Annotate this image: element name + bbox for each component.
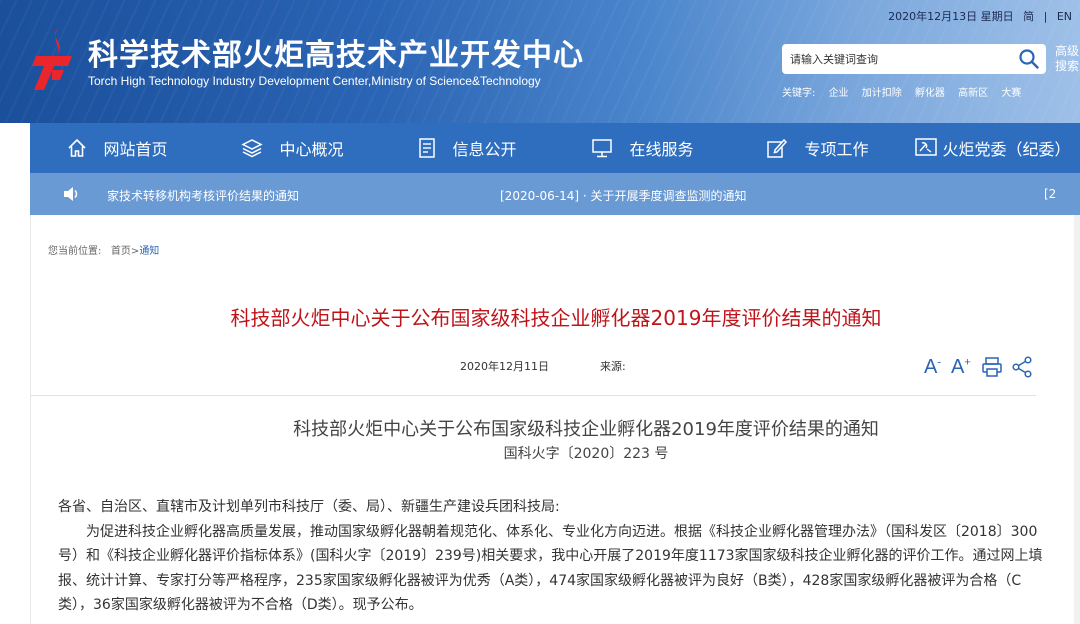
current-date: 2020年12月13日 星期日 (888, 10, 1014, 23)
article-content: 您当前位置: 首页>通知 科技部火炬中心关于公布国家级科技企业孵化器2019年度… (30, 215, 1080, 624)
ticker-item[interactable]: [2020-06-14] · 关于开展季度调查监测的通知 (500, 187, 747, 204)
nav-item-info[interactable]: 信息公开 (380, 123, 555, 173)
top-bar: 2020年12月13日 星期日 简 | EN (882, 8, 1072, 24)
nav-item-party[interactable]: 火炬党委（纪委） (905, 123, 1080, 173)
keyword-link[interactable]: 孵化器 (915, 88, 945, 99)
article-source-label: 来源: (600, 360, 626, 373)
nav-item-label: 信息公开 (452, 140, 517, 159)
hot-keywords: 关键字: 企业 加计扣除 孵化器 高新区 大赛 (782, 84, 1031, 99)
party-icon (915, 138, 938, 156)
document-number: 国科火字〔2020〕223 号 (503, 446, 669, 462)
document-icon (419, 138, 436, 158)
keywords-label: 关键字: (782, 88, 816, 99)
nav-item-label: 在线服务 (629, 140, 694, 159)
breadcrumb-home-link[interactable]: 首页 (111, 246, 131, 257)
salutation-paragraph: 各省、自治区、直辖市及计划单列市科技厅（委、局）、新疆生产建设兵团科技局: (58, 499, 560, 515)
document-title: 科技部火炬中心关于公布国家级科技企业孵化器2019年度评价结果的通知 (293, 419, 879, 440)
keyword-link[interactable]: 高新区 (958, 88, 988, 99)
article-tools: A- A+ (924, 353, 1041, 381)
page-title: 科技部火炬中心关于公布国家级科技企业孵化器2019年度评价结果的通知 (230, 306, 882, 330)
monitor-icon (592, 139, 613, 158)
edit-icon (767, 138, 788, 158)
breadcrumb-current-link[interactable]: 通知 (139, 246, 159, 257)
advanced-search-link[interactable]: 高级搜索 (1055, 44, 1080, 74)
lang-english-link[interactable]: EN (1057, 10, 1072, 23)
font-large-button[interactable]: A+ (951, 356, 971, 379)
lang-separator: | (1043, 10, 1048, 23)
lang-simplified-link[interactable]: 简 (1023, 10, 1034, 23)
article-body: 各省、自治区、直辖市及计划单列市科技厅（委、局）、新疆生产建设兵团科技局: 为促… (58, 495, 1048, 618)
site-title: 科学技术部火炬高技术产业开发中心 (88, 38, 584, 73)
layers-icon (241, 139, 264, 158)
font-large-label: A (951, 355, 965, 378)
page-scrollbar[interactable] (1074, 215, 1080, 624)
section-divider (31, 395, 1036, 396)
main-nav: 网站首页 中心概况 信息公开 在线服务 专项工作 火炬党委（纪委） (30, 123, 1080, 173)
breadcrumb: 您当前位置: 首页>通知 (48, 242, 159, 257)
search-box (782, 44, 1046, 74)
speaker-icon (64, 187, 78, 201)
nav-item-label: 网站首页 (103, 140, 168, 159)
nav-item-label: 专项工作 (804, 140, 869, 159)
news-ticker: 家技术转移机构考核评价结果的通知 [2020-06-14] · 关于开展季度调查… (30, 173, 1080, 215)
keyword-link[interactable]: 大赛 (1001, 88, 1021, 99)
keyword-link[interactable]: 加计扣除 (862, 88, 902, 99)
print-icon[interactable] (981, 356, 1003, 378)
nav-item-overview[interactable]: 中心概况 (205, 123, 380, 173)
home-icon (68, 138, 87, 157)
breadcrumb-label: 您当前位置: (48, 246, 102, 257)
search-input[interactable] (790, 50, 1000, 68)
nav-item-online-service[interactable]: 在线服务 (555, 123, 730, 173)
ticker-item[interactable]: 家技术转移机构考核评价结果的通知 (107, 187, 299, 204)
nav-item-special-work[interactable]: 专项工作 (730, 123, 905, 173)
share-icon[interactable] (1011, 356, 1033, 378)
article-date: 2020年12月11日 (460, 360, 549, 373)
keyword-link[interactable]: 企业 (829, 88, 849, 99)
search-icon[interactable] (1018, 48, 1040, 70)
font-small-button[interactable]: A- (924, 356, 941, 379)
nav-item-home[interactable]: 网站首页 (30, 123, 205, 173)
site-header: 科学技术部火炬高技术产业开发中心 Torch High Technology I… (0, 0, 1080, 123)
font-small-label: A (924, 355, 938, 378)
ticker-item[interactable]: [2 (1044, 187, 1056, 201)
nav-item-label: 中心概况 (279, 140, 344, 159)
site-subtitle: Torch High Technology Industry Developme… (88, 74, 541, 88)
torch-logo-icon[interactable] (28, 26, 80, 92)
nav-item-label: 火炬党委（纪委） (942, 140, 1071, 159)
body-paragraph: 为促进科技企业孵化器高质量发展，推动国家级孵化器朝着规范化、体系化、专业化方向迈… (58, 523, 1043, 614)
